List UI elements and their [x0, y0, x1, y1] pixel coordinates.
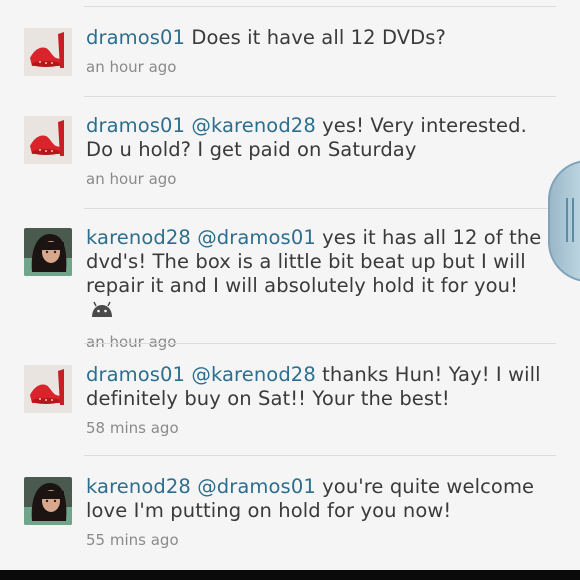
system-bottom-bar — [0, 570, 580, 580]
comment-timestamp: an hour ago — [86, 333, 177, 351]
divider — [84, 96, 556, 97]
comment-text: dramos01 @karenod28 thanks Hun! Yay! I w… — [86, 363, 546, 411]
comment-mention[interactable]: @karenod28 — [191, 114, 315, 137]
woman-photo-avatar[interactable] — [24, 477, 72, 525]
comment-username[interactable]: karenod28 — [86, 226, 191, 249]
comment-mention[interactable]: @dramos01 — [197, 475, 316, 498]
comment-username[interactable]: dramos01 — [86, 114, 185, 137]
divider — [84, 455, 556, 456]
android-emoji-icon — [90, 301, 114, 325]
comments-screen: dramos01 Does it have all 12 DVDs? an ho… — [0, 0, 580, 580]
comment-timestamp: 58 mins ago — [86, 419, 179, 437]
comment-timestamp: an hour ago — [86, 170, 177, 188]
comment-text: dramos01 @karenod28 yes! Very interested… — [86, 114, 546, 162]
comment-username[interactable]: karenod28 — [86, 475, 191, 498]
comment-mention[interactable]: @dramos01 — [197, 226, 316, 249]
comment-username[interactable]: dramos01 — [86, 363, 185, 386]
red-shoe-avatar[interactable] — [24, 365, 72, 413]
red-shoe-avatar[interactable] — [24, 116, 72, 164]
divider — [84, 6, 556, 7]
comment-text: karenod28 @dramos01 yes it has all 12 of… — [86, 226, 546, 325]
divider — [84, 208, 556, 209]
comment-timestamp: 55 mins ago — [86, 531, 179, 549]
woman-photo-avatar[interactable] — [24, 228, 72, 276]
divider — [84, 343, 556, 344]
grip-line — [572, 198, 574, 242]
comment-text: dramos01 Does it have all 12 DVDs? — [86, 26, 546, 50]
grip-line — [566, 198, 568, 242]
comment-message: Does it have all 12 DVDs? — [191, 26, 446, 49]
fast-scroll-handle[interactable] — [548, 160, 580, 282]
red-shoe-avatar[interactable] — [24, 28, 72, 76]
comment-text: karenod28 @dramos01 you're quite welcome… — [86, 475, 546, 523]
comment-username[interactable]: dramos01 — [86, 26, 185, 49]
comment-timestamp: an hour ago — [86, 58, 177, 76]
comment-mention[interactable]: @karenod28 — [191, 363, 315, 386]
